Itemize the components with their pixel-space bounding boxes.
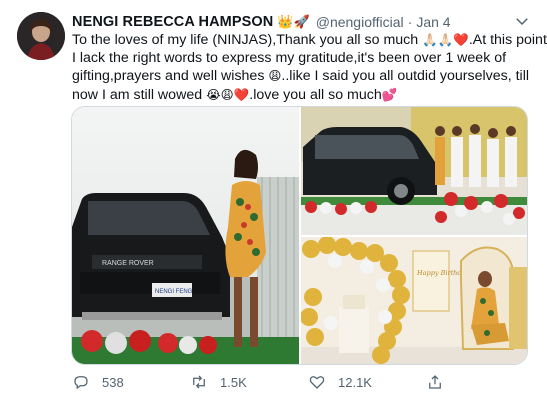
share-icon (429, 375, 441, 389)
retweet-count: 1.5K (220, 374, 247, 390)
heart-icon (309, 376, 325, 389)
tweet-text-line: gifting,prayers and well wishes 😩..like … (72, 68, 530, 85)
tweet-actions: 538 1.5K 12.1K (72, 371, 534, 393)
reply-button[interactable]: 538 (72, 371, 124, 393)
tweet-date[interactable]: Jan 4 (416, 14, 450, 30)
avatar[interactable] (17, 12, 65, 60)
tweet-header: NENGI REBECCA HAMPSON 👑🚀 @nengiofficial … (72, 12, 451, 32)
photo-woman-car-image: RANGE ROVER NENGI FENG (72, 107, 299, 364)
reply-icon (74, 376, 88, 390)
photo-birthday-throne[interactable]: Happy Birthday Nengi (301, 237, 527, 364)
photo-car-party[interactable] (301, 107, 527, 235)
like-count: 12.1K (338, 374, 372, 390)
emoji-tired: 😩 (268, 68, 282, 84)
media-grid: RANGE ROVER NENGI FENG Happy Birthday Ne… (71, 106, 528, 365)
tweet-text-line: now I am still wowed 😭😩❤️.love you all s… (72, 86, 398, 103)
separator-dot: · (407, 14, 413, 30)
car-plate-text: NENGI FENG (155, 289, 193, 295)
emoji-thanks: 🙏🏻🙏🏻❤️ (422, 32, 469, 47)
photo-woman-car[interactable]: RANGE ROVER NENGI FENG (72, 107, 299, 364)
author-name-emoji: 👑🚀 (277, 14, 310, 30)
tweet-card[interactable]: NENGI REBECCA HAMPSON 👑🚀 @nengiofficial … (0, 0, 547, 400)
retweet-icon (193, 375, 205, 389)
retweet-button[interactable]: 1.5K (190, 371, 247, 393)
tweet-text-line: I lack the right words to express my gra… (72, 50, 507, 67)
like-button[interactable]: 12.1K (308, 371, 372, 393)
tweet-text: To the loves of my life (NINJAS),Thank y… (72, 31, 547, 104)
photo-birthday-throne-image: Happy Birthday Nengi (301, 237, 527, 364)
emoji-wowed: 😭😩❤️ (206, 86, 250, 102)
emoji-heart: 💕 (381, 86, 398, 102)
car-brand-text: RANGE ROVER (102, 260, 154, 267)
reply-count: 538 (102, 374, 124, 390)
avatar-image (17, 12, 65, 60)
photo-car-party-image (301, 107, 527, 235)
chevron-down-icon[interactable] (513, 12, 531, 30)
share-button[interactable] (426, 371, 456, 393)
tweet-text-line: To the loves of my life (NINJAS),Thank y… (72, 32, 547, 48)
author-handle[interactable]: @nengiofficial (316, 14, 404, 30)
author-name[interactable]: NENGI REBECCA HAMPSON (72, 14, 273, 30)
